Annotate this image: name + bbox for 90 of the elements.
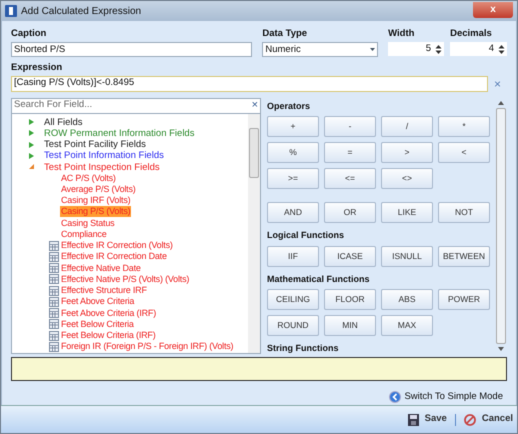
operator-button[interactable]: NOT bbox=[438, 202, 490, 223]
operator-button[interactable]: > bbox=[381, 142, 433, 163]
field-item[interactable]: Average P/S (Volts) bbox=[60, 184, 137, 196]
caption-label: Caption bbox=[11, 27, 48, 41]
operator-button[interactable]: <= bbox=[324, 168, 376, 189]
search-field[interactable]: Search For Field... × bbox=[12, 98, 260, 114]
operator-button[interactable]: * bbox=[438, 116, 490, 137]
operator-button[interactable]: + bbox=[267, 116, 319, 137]
save-button[interactable]: Save bbox=[424, 412, 447, 427]
expand-arrow-icon[interactable] bbox=[29, 142, 34, 148]
field-item[interactable]: AC P/S (Volts) bbox=[60, 172, 117, 184]
scrollbar[interactable] bbox=[248, 114, 260, 352]
section-title: String Functions bbox=[267, 342, 340, 354]
table-icon bbox=[49, 330, 59, 341]
field-item[interactable]: Feet Below Criteria bbox=[60, 318, 135, 330]
category-item[interactable]: Test Point Facility Fields bbox=[44, 139, 146, 150]
field-item[interactable]: Foreign IR (Foreign P/S - Foreign IRF) (Volts) bbox=[60, 341, 234, 352]
operator-button[interactable]: POWER bbox=[438, 289, 490, 310]
no-entry-icon[interactable] bbox=[464, 414, 476, 426]
operator-button[interactable]: < bbox=[438, 142, 490, 163]
table-icon bbox=[49, 252, 59, 262]
table-icon bbox=[49, 319, 59, 330]
field-item[interactable]: Effective Native Date bbox=[60, 262, 142, 274]
operator-button[interactable]: LIKE bbox=[381, 202, 433, 223]
section-title: Operators bbox=[267, 100, 312, 113]
table-icon bbox=[49, 286, 59, 296]
table-icon bbox=[49, 274, 59, 284]
section-title: Mathematical Functions bbox=[267, 272, 371, 286]
operator-button[interactable]: ROUND bbox=[267, 315, 319, 336]
spinner-icon[interactable] bbox=[498, 44, 505, 55]
category-item[interactable]: Test Point Information Fields bbox=[44, 150, 164, 162]
width-field[interactable]: 5 bbox=[388, 42, 444, 56]
field-item[interactable]: Feet Below Criteria (IRF) bbox=[60, 330, 157, 342]
dropdown-arrow-icon bbox=[370, 48, 376, 52]
table-icon bbox=[49, 263, 59, 274]
data-type-label: Data Type bbox=[262, 27, 308, 41]
operator-button[interactable]: / bbox=[381, 116, 433, 137]
operator-button[interactable]: BETWEEN bbox=[438, 246, 490, 266]
field-item[interactable]: Casing IRF (Volts) bbox=[60, 195, 132, 206]
data-type-dropdown[interactable]: Numeric bbox=[262, 42, 378, 58]
field-item[interactable]: Effective Structure IRF bbox=[60, 285, 148, 296]
operator-button[interactable]: FLOOR bbox=[324, 289, 376, 310]
decimals-field[interactable]: 4 bbox=[450, 42, 507, 56]
scroll-down-icon[interactable] bbox=[498, 346, 504, 350]
operator-button[interactable]: = bbox=[324, 142, 376, 163]
table-icon bbox=[49, 296, 59, 307]
operator-button[interactable]: MAX bbox=[381, 315, 433, 336]
operator-button[interactable]: CEILING bbox=[267, 289, 319, 310]
switch-mode-link[interactable]: Switch To Simple Mode bbox=[404, 390, 503, 404]
cancel-button[interactable]: Cancel bbox=[482, 412, 513, 427]
expression-field[interactable]: [Casing P/S (Volts)]<-0.8495 bbox=[11, 76, 488, 92]
field-item[interactable]: Compliance bbox=[60, 228, 108, 240]
operator-button[interactable]: ISNULL bbox=[381, 246, 433, 266]
expression-label: Expression bbox=[11, 61, 64, 76]
field-item[interactable]: Casing Status bbox=[60, 218, 116, 229]
decimals-label: Decimals bbox=[450, 27, 493, 41]
table-icon bbox=[49, 308, 59, 318]
width-label: Width bbox=[388, 27, 416, 41]
operator-button[interactable]: % bbox=[267, 142, 319, 163]
field-item[interactable]: Effective Native P/S (Volts) (Volts) bbox=[60, 274, 190, 285]
field-item[interactable]: Feet Above Criteria (IRF) bbox=[60, 308, 158, 319]
scroll-up-icon[interactable] bbox=[498, 100, 504, 104]
expand-arrow-icon[interactable] bbox=[29, 130, 34, 136]
window-title: Add Calculated Expression bbox=[21, 4, 142, 18]
field-item[interactable]: Feet Above Criteria bbox=[60, 296, 136, 308]
category-item[interactable]: All Fields bbox=[44, 116, 83, 128]
field-item[interactable]: Effective IR Correction Date bbox=[60, 251, 168, 262]
category-item[interactable]: ROW Permanent Information Fields bbox=[44, 128, 194, 139]
operator-button[interactable]: MIN bbox=[324, 315, 376, 336]
section-title: Logical Functions bbox=[267, 229, 346, 242]
clear-button[interactable]: × bbox=[252, 100, 258, 111]
category-item[interactable]: Test Point Inspection Fields bbox=[44, 162, 160, 173]
spinner-icon[interactable] bbox=[435, 44, 442, 55]
caption-field[interactable]: Shorted P/S bbox=[11, 42, 252, 58]
operator-button[interactable]: OR bbox=[324, 202, 376, 223]
collapse-arrow-icon[interactable] bbox=[29, 164, 34, 170]
table-icon bbox=[49, 240, 59, 251]
operator-button[interactable]: >= bbox=[267, 168, 319, 189]
app-icon bbox=[5, 5, 17, 17]
operator-button[interactable]: <> bbox=[381, 168, 433, 189]
expand-arrow-icon[interactable] bbox=[29, 152, 34, 159]
field-item[interactable]: Effective IR Correction (Volts) bbox=[60, 240, 174, 252]
expand-arrow-icon[interactable] bbox=[29, 119, 34, 126]
operator-button[interactable]: AND bbox=[267, 202, 319, 223]
operator-button[interactable]: - bbox=[324, 116, 376, 137]
operator-button[interactable]: IIF bbox=[267, 246, 319, 266]
close-button[interactable]: x bbox=[473, 2, 513, 18]
operator-button[interactable]: ABS bbox=[381, 289, 433, 310]
operator-button[interactable]: ICASE bbox=[324, 246, 376, 266]
table-icon bbox=[49, 342, 59, 352]
